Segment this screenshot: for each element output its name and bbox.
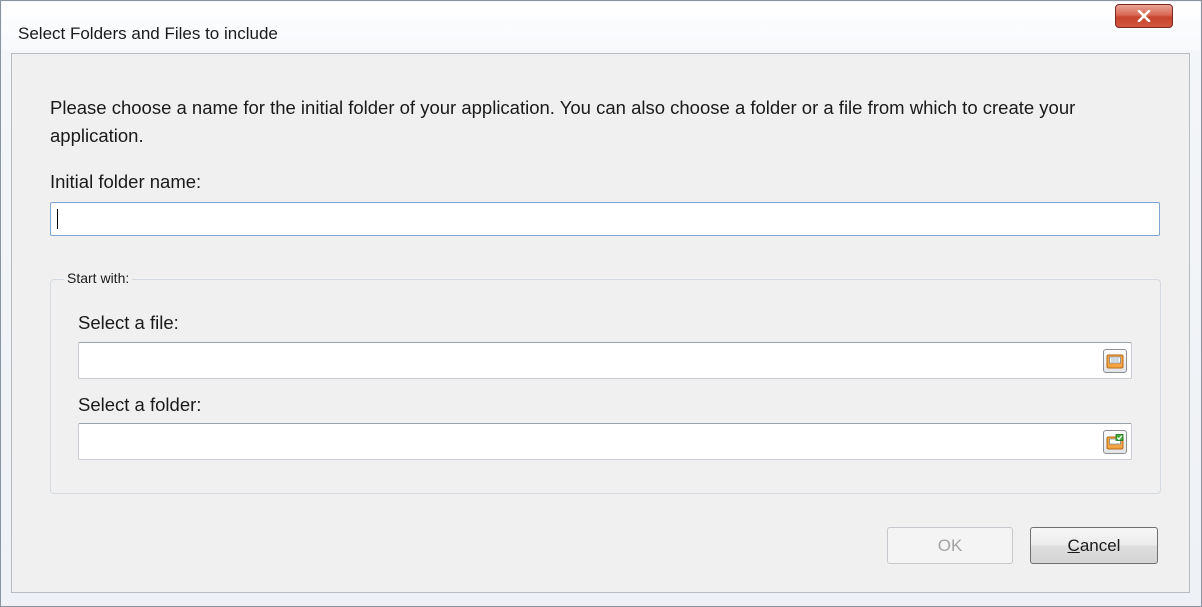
dialog-body: Please choose a name for the initial fol…: [11, 53, 1190, 593]
select-folder-label: Select a folder:: [78, 394, 202, 415]
intro-text: Please choose a name for the initial fol…: [50, 97, 1076, 146]
close-x-icon: [1137, 10, 1151, 22]
start-with-group: [50, 279, 1161, 494]
window-title: Select Folders and Files to include: [18, 24, 278, 43]
browse-folder-button[interactable]: [1103, 430, 1127, 454]
cancel-button[interactable]: Cancel: [1030, 527, 1158, 564]
select-file-label: Select a file:: [78, 312, 179, 333]
select-folder-field[interactable]: [78, 423, 1132, 460]
browse-folder-icon: [1106, 434, 1124, 450]
browse-file-button[interactable]: [1103, 349, 1127, 373]
cancel-mnemonic: C: [1067, 535, 1080, 555]
initial-folder-input[interactable]: [50, 202, 1160, 236]
browse-file-icon: [1106, 354, 1124, 369]
title-bar[interactable]: Select Folders and Files to include: [2, 2, 1200, 50]
cancel-label-rest: ancel: [1079, 535, 1121, 555]
text-caret: [57, 209, 58, 229]
ok-button[interactable]: OK: [887, 527, 1013, 564]
close-button[interactable]: [1115, 4, 1173, 28]
dialog-window: Select Folders and Files to include Plea…: [0, 0, 1202, 607]
initial-folder-label: Initial folder name:: [50, 171, 202, 192]
select-file-field[interactable]: [78, 342, 1132, 379]
start-with-label: Start with:: [64, 270, 133, 286]
